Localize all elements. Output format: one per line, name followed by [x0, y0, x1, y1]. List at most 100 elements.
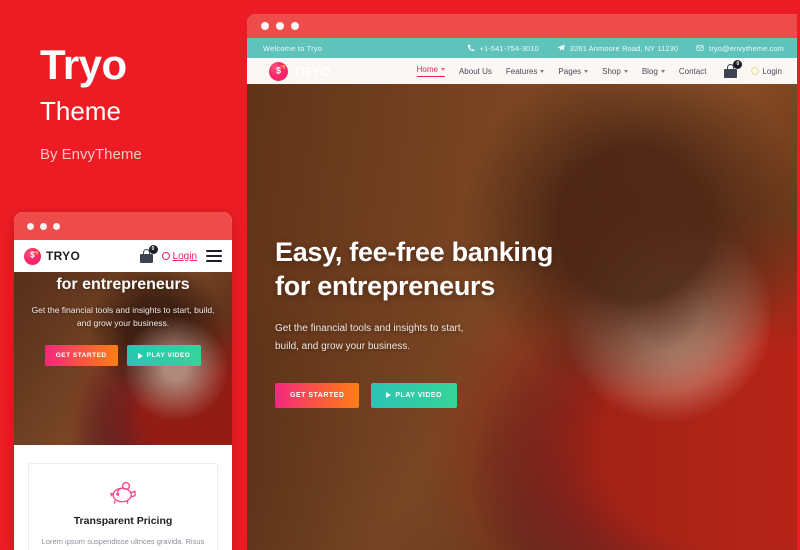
- feature-card-text-line1: Lorem ipsum suspendisse ultrices gravida…: [41, 537, 205, 546]
- mobile-get-started-button[interactable]: GET STARTED: [44, 345, 118, 367]
- mobile-play-video-button[interactable]: PLAY VIDEO: [126, 345, 202, 367]
- mobile-hero-content: for entrepreneurs Get the financial tool…: [14, 272, 232, 445]
- nav-item-features-label: Features: [505, 66, 538, 76]
- mobile-hero-section: for entrepreneurs Get the financial tool…: [14, 272, 232, 445]
- topbar-phone-text: +1-541-754-3010: [479, 43, 539, 53]
- window-close-dot[interactable]: [261, 22, 269, 30]
- mobile-navigation: $ TRYO 0 Login: [14, 240, 232, 272]
- window-minimize-dot[interactable]: [276, 22, 284, 30]
- mobile-login-button[interactable]: Login: [161, 250, 197, 262]
- cart-body-shape: [724, 69, 738, 78]
- envelope-icon: [696, 45, 704, 51]
- badge-arrow-shape: [280, 62, 288, 69]
- hero-subtext: Get the financial tools and insights to …: [275, 320, 575, 357]
- mobile-hero-heading-line: for entrepreneurs: [56, 276, 190, 293]
- hero-section: Easy, fee-free banking for entrepreneurs…: [247, 84, 800, 550]
- nav-item-about-us-label: About Us: [458, 66, 492, 76]
- cart-body-shape: [139, 254, 153, 263]
- hamburger-bar: [206, 249, 222, 253]
- chevron-down-icon: [623, 69, 628, 73]
- nav-item-pages[interactable]: Pages: [558, 66, 589, 76]
- topbar-contact-info: +1-541-754-3010 3261 Anmoore Road, NY 11…: [467, 44, 784, 53]
- get-started-button[interactable]: GET STARTED: [275, 382, 360, 408]
- mobile-login-label: Login: [172, 250, 197, 262]
- piggy-bank-icon: [108, 480, 138, 504]
- site-topbar: Welcome to Tryo +1-541-754-3010 3261 Anm…: [247, 38, 800, 58]
- nav-item-contact[interactable]: Contact: [679, 67, 707, 76]
- nav-item-features[interactable]: Features: [506, 67, 545, 76]
- hero-subtext-line1: Get the financial tools and insights to …: [275, 322, 464, 334]
- chevron-down-icon: [540, 69, 545, 73]
- hero-heading-line2: for entrepreneurs: [275, 270, 495, 301]
- feature-card-text: Lorem ipsum suspendisse ultrices gravida…: [41, 535, 205, 550]
- hero-subtext-line2: build, and grow your business.: [275, 341, 411, 352]
- chevron-down-icon: [440, 68, 445, 71]
- mobile-hero-subtext: Get the financial tools and insights to …: [31, 304, 216, 330]
- brand-author: By EnvyTheme: [40, 146, 142, 163]
- hero-button-group: GET STARTED PLAY VIDEO: [275, 382, 575, 408]
- hero-heading-line1: Easy, fee-free banking: [275, 237, 554, 267]
- topbar-phone[interactable]: +1-541-754-3010: [467, 44, 539, 53]
- hamburger-bar: [206, 259, 222, 263]
- topbar-address: 3261 Anmoore Road, NY 11230: [557, 44, 678, 53]
- transparent-pricing-card[interactable]: Transparent Pricing Lorem ipsum suspendi…: [28, 463, 218, 550]
- user-add-icon: [751, 67, 760, 75]
- topbar-address-text: 3261 Anmoore Road, NY 11230: [569, 43, 679, 53]
- mobile-nav-actions: 0 Login: [139, 245, 222, 263]
- window-close-dot[interactable]: [27, 222, 34, 230]
- mobile-site-logo-text: TRYO: [46, 249, 81, 263]
- mobile-browser-mockup: $ TRYO 0 Login for entrepreneurs Get the…: [14, 212, 232, 550]
- cart-count-badge: 0: [148, 245, 158, 254]
- nav-item-shop-label: Shop: [602, 66, 621, 76]
- tryo-dollar-badge-icon: $: [24, 247, 41, 265]
- nav-item-contact-label: Contact: [678, 66, 707, 76]
- nav-item-pages-label: Pages: [558, 66, 582, 76]
- cart-count-badge: 0: [733, 60, 743, 69]
- hamburger-menu-icon[interactable]: [206, 249, 222, 263]
- brand-block: Tryo Theme By EnvyTheme: [40, 41, 142, 164]
- browser-title-bar: [247, 14, 800, 38]
- hero-heading: Easy, fee-free banking for entrepreneurs: [275, 236, 575, 304]
- topbar-welcome-text: Welcome to Tryo: [263, 43, 323, 53]
- brand-title: Tryo: [40, 41, 127, 88]
- site-logo[interactable]: $ TRYO: [269, 61, 332, 81]
- chevron-down-icon: [584, 69, 589, 73]
- tryo-dollar-badge-icon: $: [269, 61, 288, 81]
- play-icon: [137, 352, 143, 359]
- desktop-browser-mockup: Welcome to Tryo +1-541-754-3010 3261 Anm…: [247, 14, 800, 550]
- nav-item-shop[interactable]: Shop: [602, 67, 628, 76]
- nav-item-about-us[interactable]: About Us: [459, 67, 492, 76]
- topbar-email[interactable]: tryo@envytheme.com: [696, 44, 784, 53]
- chevron-down-icon: [660, 69, 665, 73]
- mobile-hero-heading: for entrepreneurs: [56, 276, 189, 295]
- site-main-navigation: $ TRYO Home About Us Features Pages Shop: [247, 58, 800, 84]
- mobile-title-bar: [14, 212, 232, 240]
- nav-item-blog[interactable]: Blog: [642, 67, 665, 76]
- play-icon: [386, 392, 392, 398]
- mobile-site-logo[interactable]: $ TRYO: [24, 247, 81, 265]
- phone-icon: [467, 44, 474, 52]
- nav-item-blog-label: Blog: [641, 66, 658, 76]
- location-send-icon: [557, 44, 565, 51]
- mobile-hero-subtext-line2: grow your business.: [93, 318, 170, 329]
- shopping-cart-icon[interactable]: 0: [724, 60, 743, 78]
- nav-login-button[interactable]: Login: [751, 67, 782, 76]
- nav-login-label: Login: [762, 66, 782, 76]
- hamburger-bar: [206, 254, 222, 258]
- nav-links-list: Home About Us Features Pages Shop Blog C…: [416, 60, 782, 78]
- shopping-cart-icon[interactable]: 0: [139, 245, 158, 263]
- dollar-sign-glyph: $: [275, 65, 281, 75]
- nav-item-home-label: Home: [416, 65, 438, 74]
- window-maximize-dot[interactable]: [291, 22, 299, 30]
- topbar-email-text: tryo@envytheme.com: [709, 43, 784, 53]
- mobile-feature-section: Transparent Pricing Lorem ipsum suspendi…: [14, 445, 232, 550]
- nav-item-home[interactable]: Home: [416, 65, 445, 77]
- mobile-play-video-label: PLAY VIDEO: [146, 352, 191, 360]
- window-minimize-dot[interactable]: [40, 222, 47, 230]
- window-maximize-dot[interactable]: [53, 222, 60, 230]
- hero-content: Easy, fee-free banking for entrepreneurs…: [275, 236, 575, 408]
- site-logo-text: TRYO: [293, 63, 332, 79]
- play-video-button[interactable]: PLAY VIDEO: [371, 382, 458, 408]
- mobile-hero-button-group: GET STARTED PLAY VIDEO: [44, 345, 202, 367]
- user-add-icon: [161, 252, 170, 260]
